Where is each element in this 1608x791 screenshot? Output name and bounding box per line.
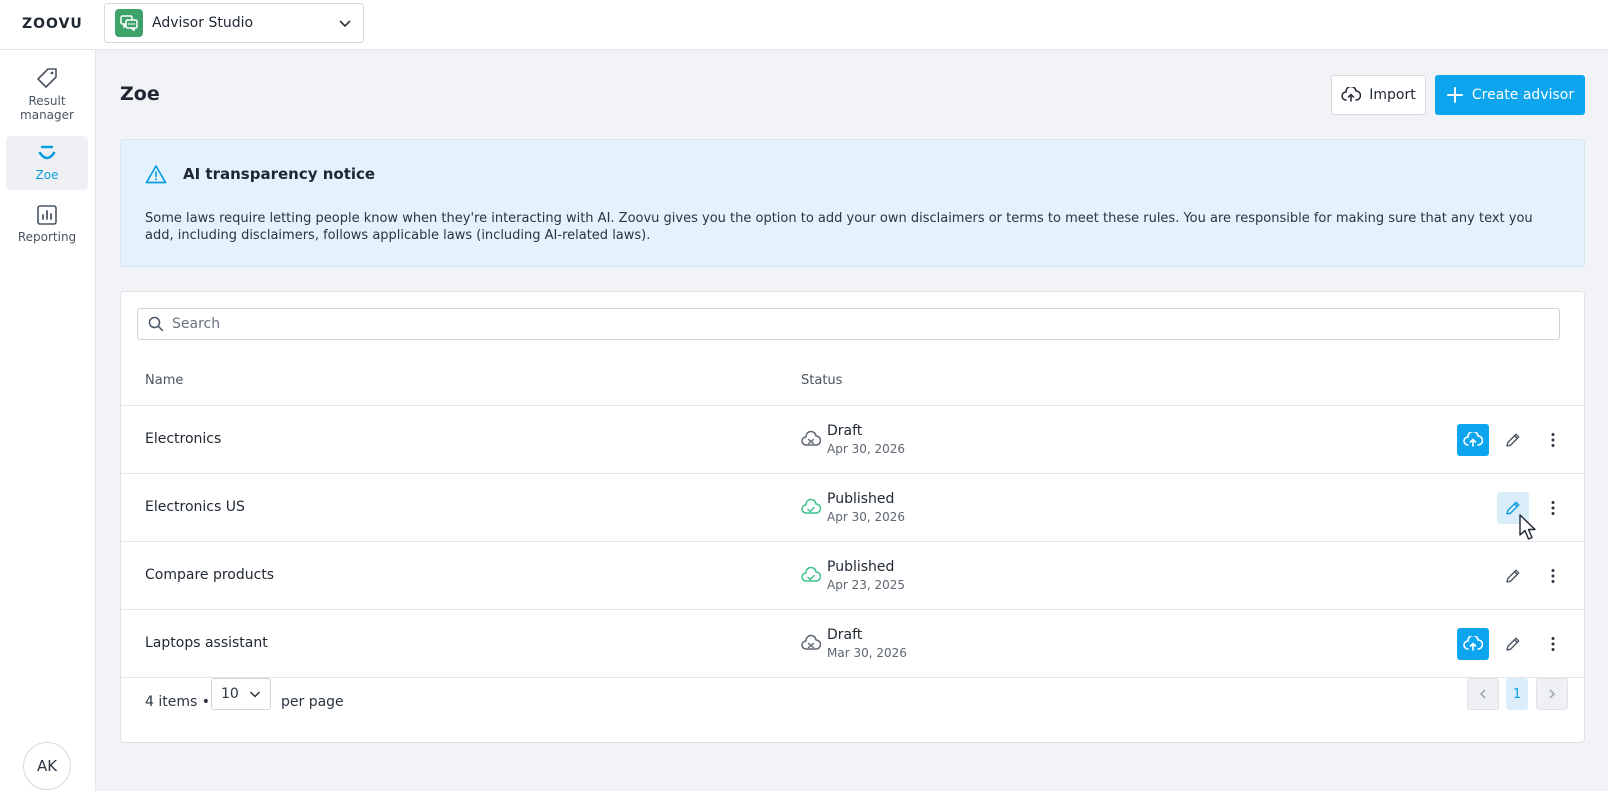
more-options-button[interactable] <box>1537 424 1569 456</box>
status-date: Apr 23, 2025 <box>827 578 906 592</box>
kebab-menu-icon <box>1551 637 1555 651</box>
page-title: Zoe <box>120 83 160 105</box>
per-page-label: per page <box>281 694 344 710</box>
status-date: Mar 30, 2026 <box>827 646 907 660</box>
status-label: Draft <box>827 627 863 643</box>
plus-icon <box>1446 87 1463 103</box>
status-cell: Draft Mar 30, 2026 <box>801 626 907 662</box>
import-button-label: Import <box>1369 87 1416 103</box>
edit-button[interactable] <box>1497 628 1529 660</box>
page-number-button[interactable]: 1 <box>1506 678 1528 710</box>
table-row[interactable]: Compare products Published Apr 23, 2025 <box>121 542 1584 610</box>
create-advisor-button[interactable]: Create advisor <box>1435 75 1585 115</box>
import-button[interactable]: Import <box>1331 75 1426 115</box>
advisor-name[interactable]: Electronics US <box>145 499 245 515</box>
search-icon <box>148 316 164 332</box>
column-header-status[interactable]: Status <box>801 373 842 388</box>
column-header-name[interactable]: Name <box>145 373 183 388</box>
edit-button[interactable] <box>1497 424 1529 456</box>
status-cell: Published Apr 23, 2025 <box>801 558 905 594</box>
top-bar: ZOOVU Advisor Studio <box>0 0 1608 50</box>
sidebar-item-label: Reporting <box>17 230 77 244</box>
chat-bubbles-icon <box>115 9 143 37</box>
app-switcher[interactable]: Advisor Studio <box>104 3 364 43</box>
kebab-menu-icon <box>1551 569 1555 583</box>
more-options-button[interactable] <box>1537 560 1569 592</box>
sidebar-item-label: Result manager <box>20 94 74 122</box>
cloud-check-icon <box>801 566 821 582</box>
previous-page-button[interactable] <box>1467 678 1499 710</box>
status-label: Published <box>827 491 895 507</box>
zoe-icon <box>38 145 56 160</box>
cloud-upload-icon <box>1463 636 1483 651</box>
more-options-button[interactable] <box>1537 628 1569 660</box>
pencil-icon <box>1506 569 1520 583</box>
cloud-off-icon <box>801 430 821 446</box>
chevron-left-icon <box>1479 689 1486 699</box>
status-cell: Draft Apr 30, 2026 <box>801 422 905 458</box>
search-field[interactable] <box>137 308 1560 340</box>
next-page-button[interactable] <box>1536 678 1568 710</box>
publish-button[interactable] <box>1457 424 1489 456</box>
sidebar: Result manager Zoe Reporting AK <box>0 50 96 791</box>
tag-icon <box>37 68 57 88</box>
advisor-name[interactable]: Laptops assistant <box>145 635 268 651</box>
cloud-off-icon <box>801 634 821 650</box>
kebab-menu-icon <box>1551 501 1555 515</box>
edit-button[interactable] <box>1497 560 1529 592</box>
advisors-card: Name Status Electronics Draft Apr 30, 20… <box>120 291 1585 743</box>
kebab-menu-icon <box>1551 433 1555 447</box>
app-switcher-label: Advisor Studio <box>152 15 254 31</box>
notice-body: Some laws require letting people know wh… <box>145 211 1533 243</box>
search-input[interactable] <box>172 316 1552 332</box>
table-row[interactable]: Electronics Draft Apr 30, 2026 <box>121 406 1584 474</box>
advisor-name[interactable]: Compare products <box>145 567 274 583</box>
cloud-upload-icon <box>1463 432 1483 447</box>
item-count: 4 items • <box>145 694 210 710</box>
notice-title: AI transparency notice <box>183 165 376 183</box>
sidebar-item-zoe[interactable]: Zoe <box>6 136 88 190</box>
warning-triangle-icon <box>145 165 167 184</box>
table-row[interactable]: Electronics US Published Apr 30, 2026 <box>121 474 1584 542</box>
publish-button[interactable] <box>1457 628 1489 660</box>
ai-transparency-notice: AI transparency notice Some laws require… <box>120 139 1585 267</box>
more-options-button[interactable] <box>1537 492 1569 524</box>
mouse-cursor-icon <box>1519 514 1536 540</box>
status-label: Published <box>827 559 895 575</box>
cloud-check-icon <box>801 498 821 514</box>
chart-icon <box>37 205 57 225</box>
sidebar-item-label: Zoe <box>35 168 59 182</box>
chevron-right-icon <box>1549 689 1556 699</box>
pencil-icon <box>1506 637 1520 651</box>
table-row[interactable]: Laptops assistant Draft Mar 30, 2026 <box>121 610 1584 678</box>
pencil-icon <box>1506 433 1520 447</box>
chevron-down-icon <box>249 691 261 698</box>
user-avatar[interactable]: AK <box>23 742 71 790</box>
sidebar-item-result-manager[interactable]: Result manager <box>6 64 88 134</box>
cloud-upload-icon <box>1341 87 1362 102</box>
sidebar-item-reporting[interactable]: Reporting <box>6 204 88 250</box>
status-date: Apr 30, 2026 <box>827 442 906 456</box>
advisor-name[interactable]: Electronics <box>145 431 221 447</box>
status-label: Draft <box>827 423 863 439</box>
per-page-select[interactable]: 10 <box>211 678 271 710</box>
chevron-down-icon <box>339 20 351 28</box>
status-date: Apr 30, 2026 <box>827 510 906 524</box>
per-page-value: 10 <box>221 686 239 702</box>
create-advisor-label: Create advisor <box>1471 87 1575 103</box>
status-cell: Published Apr 30, 2026 <box>801 490 905 526</box>
zoovu-logo[interactable]: ZOOVU <box>22 16 83 32</box>
